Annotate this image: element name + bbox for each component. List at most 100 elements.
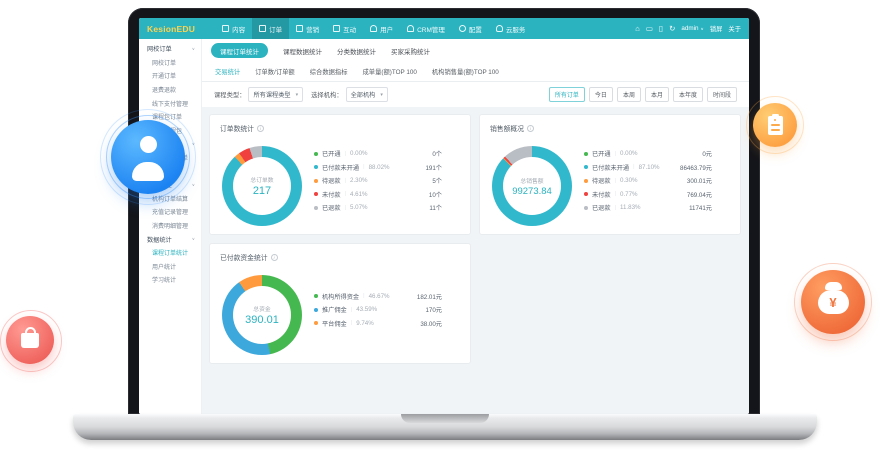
sub-tab[interactable]: 交易统计 [215, 67, 240, 76]
legend-percent: 88.02% [369, 164, 390, 171]
home-icon[interactable]: ⌂ [635, 25, 640, 33]
legend-divider: | [615, 151, 616, 157]
page-tabs: 课程订单统计 课程数据统计 分类数据统计 买家采购统计 [202, 39, 749, 62]
marketing-icon [296, 25, 303, 32]
card-title: 已付款资金统计 [220, 252, 268, 262]
select-value: 所有课程类型 [253, 90, 290, 99]
sidebar-item[interactable]: 退费退款 [139, 83, 201, 97]
yen-symbol: ¥ [829, 295, 836, 310]
chevron-down-icon: ∨ [701, 26, 704, 31]
sub-tab[interactable]: 订单数/订单额 [255, 67, 295, 76]
tab[interactable]: 分类数据统计 [337, 46, 376, 56]
nav-item-settings[interactable]: 配置 [452, 18, 489, 39]
legend-label: 已退款 [592, 203, 611, 212]
sub-tab[interactable]: 机构销售量(额)TOP 100 [432, 67, 499, 76]
nav-item-interaction[interactable]: 互动 [326, 18, 363, 39]
sidebar-item-label: 网校订单 [152, 58, 176, 67]
legend-row: 推广佣金|43.59%170元 [314, 305, 442, 314]
phone-icon[interactable]: ▯ [659, 25, 663, 33]
tab[interactable]: 买家采购统计 [391, 46, 430, 56]
tab[interactable]: 课程订单统计 [211, 43, 268, 58]
stats-card: 已付款资金统计i总资金390.01机构所得资金|46.67%182.01元推广佣… [209, 243, 471, 364]
legend-value: 11个 [429, 203, 442, 212]
time-button[interactable]: 本年度 [673, 87, 703, 102]
top-navbar: KesionEDU 内容订单营销互动用户CRM管理配置云服务 ⌂▭▯↻admin… [139, 18, 749, 39]
legend-label: 未付款 [592, 190, 611, 199]
legend-dot [584, 165, 588, 169]
legend-row: 未付款|0.77%769.04元 [584, 190, 712, 199]
nav-item-cloud[interactable]: 云服务 [489, 18, 533, 39]
sidebar-item[interactable]: 线下支付管理 [139, 96, 201, 110]
nav-link-about[interactable]: 关于 [728, 24, 741, 33]
time-button[interactable]: 所有订单 [549, 87, 585, 102]
tab[interactable]: 课程数据统计 [283, 46, 322, 56]
nav-item-order[interactable]: 订单 [252, 18, 289, 39]
monitor-icon[interactable]: ▭ [646, 25, 653, 33]
sidebar-item[interactable]: 学习统计 [139, 273, 201, 287]
sidebar-item[interactable]: 用户统计 [139, 260, 201, 274]
nav-item-label: 配置 [469, 24, 482, 34]
sidebar-item[interactable]: 充值记录管理 [139, 205, 201, 219]
time-button[interactable]: 时间段 [707, 87, 737, 102]
nav-item-crm[interactable]: CRM管理 [400, 18, 452, 39]
sidebar-item[interactable]: 网校订单∨ [139, 42, 201, 56]
sidebar-item-label: 开通订单 [152, 71, 176, 80]
legend-value: 38.00元 [420, 319, 442, 328]
time-button[interactable]: 今日 [589, 87, 613, 102]
legend-divider: | [363, 164, 364, 170]
legend-percent: 9.74% [356, 320, 374, 327]
legend-percent: 46.67% [369, 293, 390, 300]
nav-link-lock[interactable]: 锁屏 [710, 24, 723, 33]
legend-row: 已付款未开通|88.02%191个 [314, 163, 442, 172]
user-icon [370, 25, 377, 32]
sidebar-item[interactable]: 数据统计∨ [139, 232, 201, 246]
legend-label: 已付款未开通 [592, 163, 629, 172]
legend-divider: | [345, 151, 346, 157]
donut-chart: 总销售额99273.84 [492, 146, 572, 226]
institution-select[interactable]: 全部机构▾ [346, 87, 388, 102]
legend-dot [584, 179, 588, 183]
course-type-select[interactable]: 所有课程类型 ▾ [248, 87, 303, 102]
legend-value: 170元 [425, 305, 442, 314]
legend-label: 推广佣金 [322, 305, 347, 314]
legend-percent: 43.59% [356, 306, 377, 313]
legend-row: 已退款|5.07%11个 [314, 203, 442, 212]
legend-value: 5个 [432, 176, 442, 185]
sidebar-item[interactable]: 网校订单 [139, 56, 201, 70]
legend-dot [314, 152, 318, 156]
legend-row: 待退款|0.30%300.01元 [584, 176, 712, 185]
legend-dot [584, 206, 588, 210]
sidebar-item[interactable]: 消费明细管理 [139, 219, 201, 233]
chevron-down-icon: ▾ [296, 92, 299, 98]
nav-right: ⌂ ▭ ▯ ↻ admin∨ 锁屏关于 [635, 24, 741, 33]
filter-label: 课程类型： [214, 90, 245, 99]
laptop-screen: KesionEDU 内容订单营销互动用户CRM管理配置云服务 ⌂▭▯↻admin… [139, 18, 749, 414]
nav-item-user[interactable]: 用户 [363, 18, 400, 39]
nav-item-content[interactable]: 内容 [215, 18, 252, 39]
nav-item-marketing[interactable]: 营销 [289, 18, 326, 39]
legend-value: 10个 [429, 190, 442, 199]
floating-money-badge: ¥ [801, 270, 865, 334]
laptop-base [73, 414, 817, 440]
sidebar-item-active[interactable]: 课程订单统计 [139, 246, 201, 260]
legend-divider: | [633, 164, 634, 170]
legend-value: 0元 [702, 149, 712, 158]
chart-legend: 已开通|0.00%0个已付款未开通|88.02%191个待退款|2.30%5个未… [314, 127, 442, 234]
legend-percent: 5.07% [350, 204, 368, 211]
legend-row: 平台佣金|9.74%38.00元 [314, 319, 442, 328]
donut-center-value: 99273.84 [512, 186, 552, 197]
donut-center-label: 总订单数 [250, 175, 273, 184]
time-button[interactable]: 本周 [617, 87, 641, 102]
order-icon [259, 25, 266, 32]
sub-tabs: 交易统计 订单数/订单额 综合数据指标 成单量(额)TOP 100 机构销售量(额)TO… [202, 62, 749, 82]
user-menu[interactable]: admin∨ [681, 25, 703, 32]
legend-divider: | [345, 178, 346, 184]
legend-label: 平台佣金 [322, 319, 347, 328]
sub-tab[interactable]: 成单量(额)TOP 100 [363, 67, 417, 76]
sidebar-item[interactable]: 开通订单 [139, 69, 201, 83]
sub-tab[interactable]: 综合数据指标 [310, 67, 348, 76]
refresh-icon[interactable]: ↻ [669, 25, 675, 33]
legend-row: 待退款|2.30%5个 [314, 176, 442, 185]
donut-center-value: 390.01 [245, 314, 279, 326]
time-button[interactable]: 本月 [645, 87, 669, 102]
